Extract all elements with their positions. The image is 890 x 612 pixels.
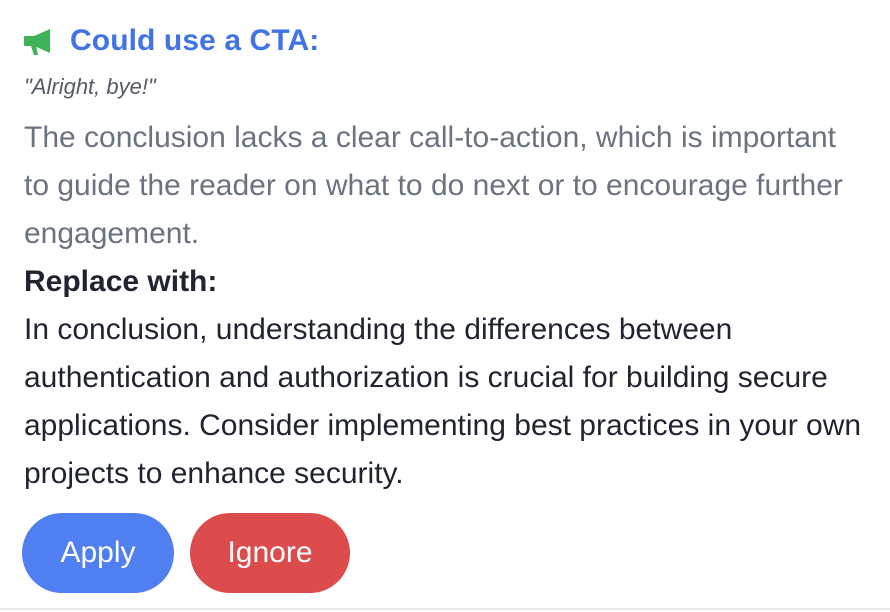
original-quote: "Alright, bye!": [24, 74, 156, 99]
suggestion-actions: Apply Ignore: [22, 513, 350, 593]
suggestion-header: Could use a CTA:: [22, 22, 319, 60]
bottom-divider: [0, 608, 890, 610]
apply-button[interactable]: Apply: [22, 513, 174, 593]
replacement-text: In conclusion, understanding the differe…: [24, 313, 862, 490]
suggestion-explanation: The conclusion lacks a clear call-to-act…: [24, 121, 843, 250]
ignore-button[interactable]: Ignore: [190, 513, 350, 593]
suggestion-title: Could use a CTA:: [70, 24, 320, 57]
suggestion-card: Could use a CTA: "Alright, bye!" The con…: [0, 0, 890, 612]
megaphone-icon: [22, 26, 56, 56]
replace-with-label: Replace with:: [24, 265, 218, 298]
